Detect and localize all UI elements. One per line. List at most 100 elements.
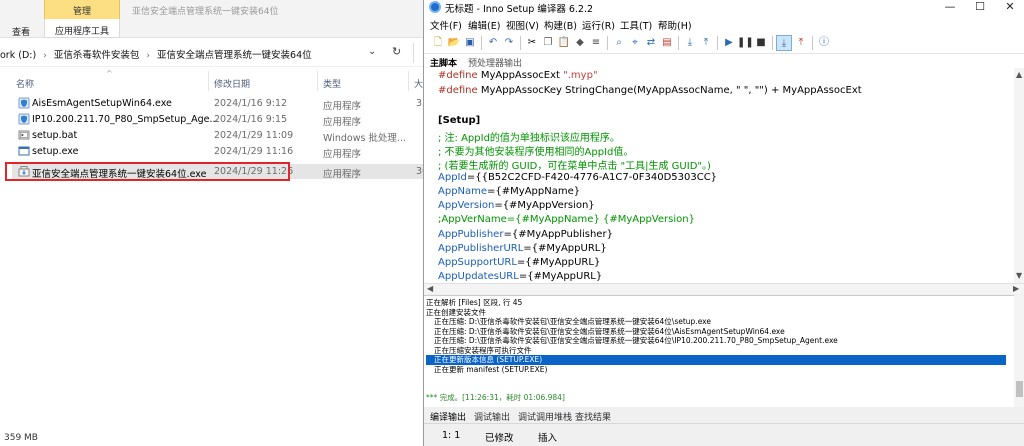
goto-icon[interactable]: ▤ (659, 35, 675, 51)
delete-icon[interactable]: ◆ (572, 35, 588, 51)
tab-debug-output[interactable]: 调试输出 (474, 410, 510, 423)
code-section: [Setup] (438, 115, 481, 126)
undo-icon[interactable]: ↶ (485, 35, 501, 51)
pause-icon[interactable]: ❚❚ (737, 35, 754, 51)
scrollbar-thumb[interactable] (1016, 381, 1023, 397)
editor-horizontal-scrollbar[interactable]: ◀ ▶ (424, 283, 1024, 294)
find-icon[interactable]: ⌕ (611, 35, 627, 51)
maximize-icon[interactable]: ☐ (965, 0, 995, 15)
code-line: ; 不要为其他安装程序使用相同的AppId值。 (438, 143, 633, 158)
file-explorer-window: 管理 亚信安全端点管理系统一键安装64位 查看 应用程序工具 ork (D:) … (0, 0, 424, 446)
highlight-box (5, 162, 290, 181)
column-header-modified[interactable]: 修改日期 (214, 77, 250, 90)
code-value: ={#MyAppURL} (523, 243, 607, 254)
code-key: AppUpdatesURL (438, 271, 519, 282)
code-line: AppId={{B52C2CFD-F420-4776-A1C7-0F340D53… (438, 172, 717, 183)
column-header-size[interactable]: 大 (414, 77, 423, 90)
paste-icon[interactable]: 📋 (556, 35, 572, 51)
column-divider[interactable] (408, 71, 409, 91)
file-name: setup.bat (32, 130, 78, 141)
scroll-right-icon[interactable]: ▶ (1013, 284, 1019, 293)
output-line-complete: *** 完成。[11:26:31，耗时 01:06.984] (426, 393, 565, 402)
column-divider[interactable] (317, 71, 318, 91)
column-divider[interactable] (208, 71, 209, 91)
new-file-icon[interactable]: 🗋 (430, 35, 446, 51)
stop-compile-icon[interactable]: ⤒ (698, 35, 714, 51)
select-all-icon[interactable]: ≡ (588, 35, 604, 51)
code-key: AppId (438, 172, 467, 183)
run-icon[interactable]: ▶ (721, 35, 737, 51)
code-line: AppPublisher={#MyAppPublisher} (438, 229, 613, 240)
code-keyword: #define (438, 85, 478, 96)
menu-file[interactable]: 文件(F) (430, 18, 462, 32)
inno-setup-window: 无标题 - Inno Setup 编译器 6.2.2 — ☐ ✕ 文件(F) 编… (423, 0, 1024, 446)
target-setup-icon[interactable]: ⤒ (793, 35, 809, 51)
refresh-icon[interactable]: ↻ (392, 45, 401, 58)
file-type: 应用程序 (323, 117, 362, 128)
breadcrumb-level1[interactable]: 亚信杀毒软件安装包 (54, 50, 140, 61)
code-editor[interactable]: #define MyAppAssocExt ".myp" #define MyA… (424, 68, 1014, 283)
code-value: ={#MyAppPublisher} (503, 229, 613, 240)
output-line: 正在压缩安装程序可执行文件 (434, 345, 532, 355)
close-icon[interactable]: ✕ (995, 0, 1024, 15)
code-key: AppName (438, 186, 488, 197)
ribbon-context-group: 管理 (44, 0, 120, 19)
open-folder-icon[interactable]: 📂 (446, 35, 462, 51)
minimize-icon[interactable]: — (935, 0, 965, 15)
editor-vertical-scrollbar[interactable]: ▲ ▼ (1014, 68, 1024, 283)
menu-tools[interactable]: 工具(T) (620, 18, 652, 32)
copy-icon[interactable]: ❐ (540, 35, 556, 51)
file-name: setup.exe (32, 146, 79, 157)
code-line: AppUpdatesURL={#MyAppURL} (438, 271, 602, 282)
ribbon-tab-app-tools[interactable]: 应用程序工具 (44, 19, 120, 38)
scroll-up-icon[interactable]: ▲ (1016, 70, 1022, 79)
status-cursor-position: 1: 1 (442, 430, 461, 441)
toolbar-separator (520, 36, 521, 50)
tab-debug-call-stack[interactable]: 调试调用堆栈 (518, 410, 572, 423)
code-value: ={#MyAppURL} (516, 257, 601, 268)
code-text: MyAppAssocKey StringChange(MyAppAssocNam… (477, 85, 862, 96)
output-line: 正在压缩: D:\亚信杀毒软件安装包\亚信安全端点管理系统一键安装64位\IP1… (434, 336, 838, 345)
terminate-icon[interactable]: ■ (753, 35, 769, 51)
menu-build[interactable]: 构建(B) (544, 18, 577, 32)
find-next-icon[interactable]: ⌖ (627, 35, 643, 51)
column-header-name[interactable]: 名称 (16, 77, 34, 90)
cut-icon[interactable]: ✂ (524, 35, 540, 51)
address-bar[interactable]: ork (D:) › 亚信杀毒软件安装包 › 亚信安全端点管理系统一键安装64位… (0, 39, 424, 67)
breadcrumb-level2[interactable]: 亚信安全端点管理系统一键安装64位 (157, 50, 312, 61)
tab-compiler-output[interactable]: 编译输出 (430, 410, 467, 424)
output-vertical-scrollbar[interactable] (1014, 295, 1024, 407)
menu-edit[interactable]: 编辑(E) (468, 18, 500, 32)
replace-icon[interactable]: ⇄ (643, 35, 659, 51)
code-keyword: #define (438, 70, 478, 81)
scroll-left-icon[interactable]: ◀ (427, 284, 433, 293)
menu-view[interactable]: 视图(V) (506, 18, 539, 32)
file-row[interactable]: setup.exe 2024/1/29 11:16 应用程序 (12, 144, 424, 160)
chevron-down-icon[interactable]: ⌄ (368, 46, 376, 57)
batch-file-icon (18, 130, 30, 140)
explorer-window-title: 亚信安全端点管理系统一键安装64位 (132, 7, 279, 17)
file-row[interactable]: IP10.200.211.70_P80_SmpSetup_Age... 2024… (12, 112, 424, 128)
address-divider (413, 43, 414, 63)
file-row[interactable]: setup.bat 2024/1/29 11:09 Windows 批处理... (12, 128, 424, 144)
compile-icon[interactable]: ⤓ (682, 35, 698, 51)
compiler-output-panel[interactable]: 正在解析 [Files] 区段, 行 45 正在创建安装文件 正在压缩: D:\… (424, 295, 1014, 407)
file-name: IP10.200.211.70_P80_SmpSetup_Age... (32, 114, 219, 125)
redo-icon[interactable]: ↷ (501, 35, 517, 51)
output-line: 正在创建安装文件 (426, 307, 486, 317)
column-header-type[interactable]: 类型 (323, 77, 341, 90)
code-line: AppVersion={#MyAppVersion} (438, 200, 595, 211)
tab-find-results[interactable]: 查找结果 (575, 410, 611, 423)
file-row[interactable]: AisEsmAgentSetupWin64.exe 2024/1/16 9:12… (12, 96, 424, 112)
menu-run[interactable]: 运行(R) (582, 18, 615, 32)
breadcrumb-root[interactable]: ork (D:) (0, 50, 36, 61)
output-line-highlighted[interactable]: 正在更新版本信息 (SETUP.EXE) (426, 355, 1006, 365)
help-icon[interactable]: ⓘ (816, 35, 832, 51)
ribbon-tab-view[interactable]: 查看 (12, 25, 30, 38)
save-icon[interactable]: ▣ (462, 35, 478, 51)
menu-help[interactable]: 帮助(H) (658, 18, 692, 32)
title-bar[interactable]: 无标题 - Inno Setup 编译器 6.2.2 — ☐ ✕ (424, 0, 1024, 15)
scroll-down-icon[interactable]: ▼ (1016, 271, 1022, 280)
code-line: ;AppVerName={#MyAppName} {#MyAppVersion} (438, 214, 695, 225)
target-uninstall-icon[interactable]: ⤓ (776, 35, 792, 51)
